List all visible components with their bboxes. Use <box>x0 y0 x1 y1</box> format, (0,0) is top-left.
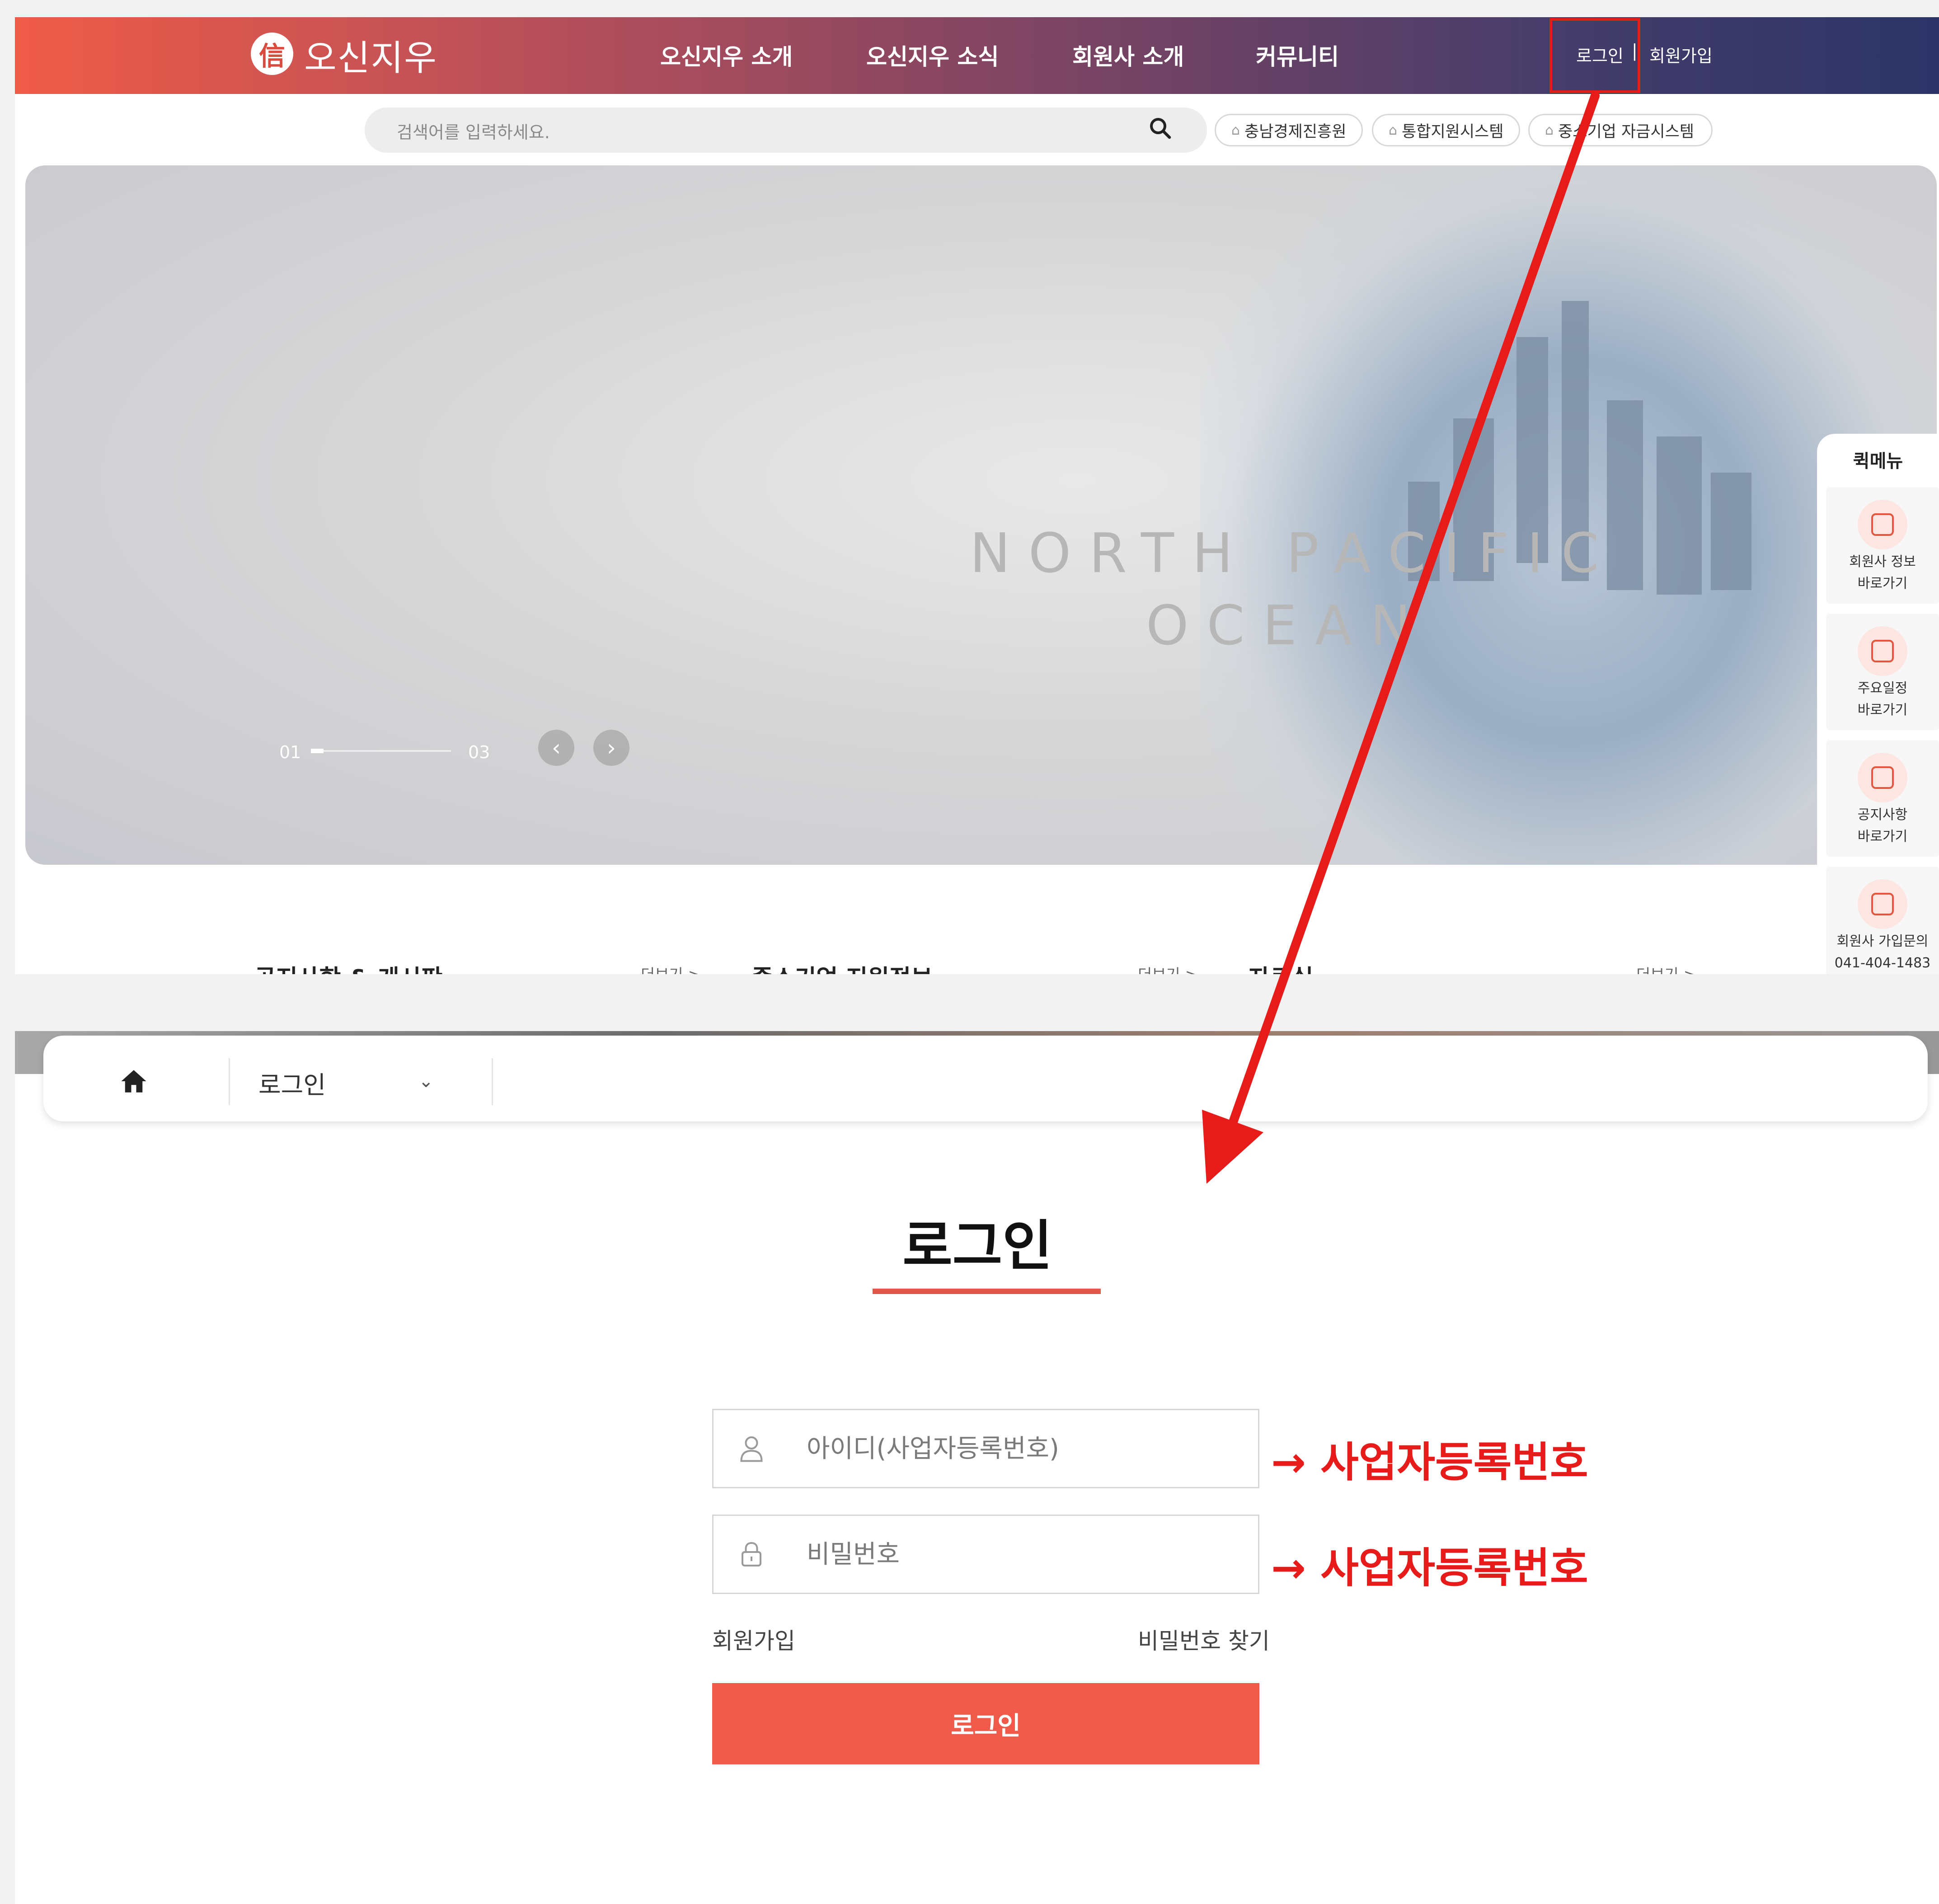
nav-item-members[interactable]: 회원사 소개 <box>1072 39 1184 71</box>
home-icon[interactable] <box>118 1066 150 1096</box>
quick-item-line2: 바로가기 <box>1857 576 1908 591</box>
section-more-notice[interactable]: 더보기 > <box>641 962 701 974</box>
hero-ocean-text-2: OCEAN <box>1146 595 1429 657</box>
main-page-screenshot: 信 오신지우 오신지우 소개 오신지우 소식 회원사 소개 커뮤니티 로그인 |… <box>15 17 1939 974</box>
quick-menu-title: 퀵메뉴 <box>1853 451 1903 472</box>
slider-total: 03 <box>468 742 490 762</box>
hero-ocean-text: NORTH PACIFIC <box>970 522 1617 585</box>
quick-item-line1: 주요일정 <box>1857 680 1908 696</box>
id-annotation: → 사업자등록번호 <box>1271 1438 1588 1487</box>
login-highlight-box <box>1549 18 1640 93</box>
breadcrumb: 로그인 ⌄ <box>43 1036 1928 1121</box>
quick-item-notice[interactable]: 공지사항 바로가기 <box>1826 740 1939 857</box>
nav-item-news[interactable]: 오신지우 소식 <box>866 39 999 71</box>
breadcrumb-current[interactable]: 로그인 <box>258 1065 326 1101</box>
quick-item-line2: 바로가기 <box>1857 829 1908 844</box>
logo-text[interactable]: 오신지우 <box>304 30 437 80</box>
login-button[interactable]: 로그인 <box>712 1683 1259 1764</box>
quick-item-member-info[interactable]: 회원사 정보 바로가기 <box>1826 487 1939 604</box>
id-field[interactable] <box>712 1409 1259 1488</box>
section-more-sme[interactable]: 더보기 > <box>1138 962 1198 974</box>
shortcut-label: 통합지원시스템 <box>1402 122 1504 141</box>
title-underline <box>873 1289 1101 1294</box>
section-title-sme: 중소기업 지원정보 <box>751 959 933 974</box>
quick-item-join-inquiry[interactable]: 회원사 가입문의 041-404-1483 <box>1826 867 1939 974</box>
shortcut-sme-fund[interactable]: ⌂ 중소기업 자금시스템 <box>1528 114 1713 146</box>
slider-progress-track <box>311 750 451 752</box>
quick-item-phone: 041-404-1483 <box>1834 955 1931 971</box>
logo-icon[interactable]: 信 <box>251 33 293 75</box>
breadcrumb-divider <box>229 1058 230 1105</box>
section-more-archive[interactable]: 더보기 > <box>1636 962 1696 974</box>
slider-progress-fill <box>311 749 324 753</box>
notice-icon <box>1858 753 1907 802</box>
join-link[interactable]: 회원가입 <box>712 1623 795 1655</box>
login-page-screenshot: 로그인 ⌄ 로그인 → 사업자등록번호 → 사업자등록번호 회원가입 비밀번호 … <box>15 1031 1939 1904</box>
section-title-notice: 공지사항 & 게시판 <box>254 959 442 974</box>
slider-current: 01 <box>279 742 301 762</box>
member-search-icon <box>1858 500 1907 549</box>
calendar-icon <box>1858 626 1907 676</box>
search-placeholder[interactable]: 검색어를 입력하세요. <box>397 118 550 143</box>
chevron-down-icon[interactable]: ⌄ <box>418 1071 434 1092</box>
slider-next-button[interactable]: › <box>593 730 629 766</box>
home-icon: ⌂ <box>1389 122 1398 138</box>
home-icon: ⌂ <box>1545 122 1554 138</box>
search-icon[interactable] <box>1147 115 1174 142</box>
home-icon: ⌂ <box>1231 122 1240 138</box>
breadcrumb-divider <box>492 1058 493 1105</box>
shortcut-label: 중소기업 자금시스템 <box>1558 122 1694 141</box>
chevron-left-icon: ‹ <box>552 735 561 761</box>
hero-banner: NORTH PACIFIC OCEAN <box>25 165 1937 865</box>
slider-prev-button[interactable]: ‹ <box>538 730 574 766</box>
section-title-archive: 자료실 <box>1249 959 1314 974</box>
site-header: 信 오신지우 오신지우 소개 오신지우 소식 회원사 소개 커뮤니티 로그인 |… <box>15 17 1939 94</box>
shortcut-integrated-system[interactable]: ⌂ 통합지원시스템 <box>1372 114 1520 146</box>
quick-item-line1: 공지사항 <box>1857 807 1908 823</box>
quick-item-schedule[interactable]: 주요일정 바로가기 <box>1826 614 1939 730</box>
password-annotation: → 사업자등록번호 <box>1271 1544 1588 1592</box>
quick-menu: 퀵메뉴 회원사 정보 바로가기 주요일정 바로가기 공지사항 바로가기 회원사 … <box>1817 434 1939 974</box>
password-field[interactable] <box>712 1515 1259 1594</box>
quick-item-line1: 회원사 정보 <box>1849 554 1916 570</box>
quick-item-line2: 바로가기 <box>1857 702 1908 718</box>
password-input[interactable] <box>807 1534 1240 1575</box>
nav-item-community[interactable]: 커뮤니티 <box>1256 39 1339 71</box>
page-title: 로그인 <box>902 1215 1052 1278</box>
lock-icon <box>742 1542 761 1566</box>
shortcut-label: 충남경제진흥원 <box>1244 122 1347 141</box>
nav-item-about[interactable]: 오신지우 소개 <box>660 39 793 71</box>
meeting-icon <box>1858 879 1907 929</box>
id-input[interactable] <box>807 1428 1240 1469</box>
header-join-link[interactable]: 회원가입 <box>1649 42 1713 67</box>
chevron-right-icon: › <box>607 735 616 761</box>
quick-item-line1: 회원사 가입문의 <box>1836 933 1929 949</box>
find-password-link[interactable]: 비밀번호 찾기 <box>1138 1623 1270 1655</box>
user-icon <box>740 1436 763 1462</box>
shortcut-chungnam[interactable]: ⌂ 충남경제진흥원 <box>1215 114 1363 146</box>
